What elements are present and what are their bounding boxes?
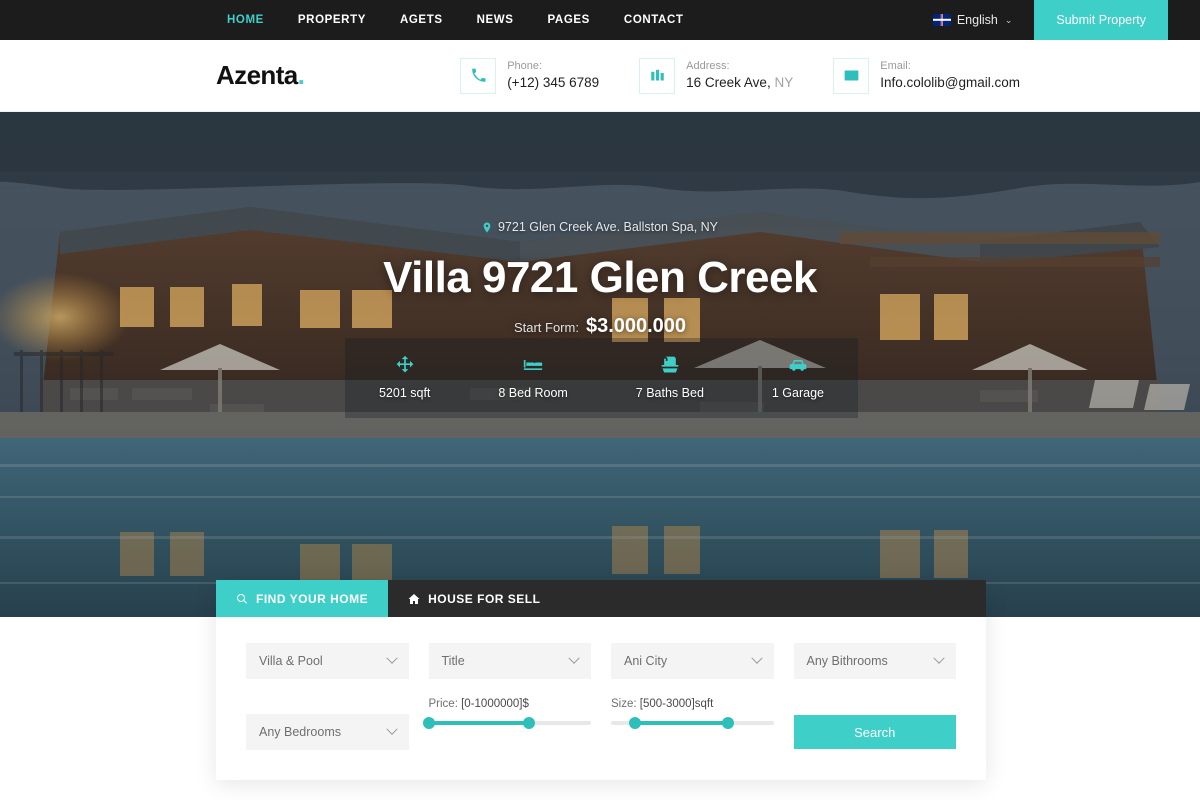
search-row-2: Any Bedrooms Price: [0-1000000]$ Size: [… bbox=[246, 697, 956, 750]
feature-garage: 1 Garage bbox=[772, 355, 824, 402]
nav-item-home[interactable]: HOME bbox=[210, 0, 281, 40]
hero-address: 9721 Glen Creek Ave. Ballston Spa, NY bbox=[482, 220, 718, 234]
chevron-down-icon: ⌄ bbox=[1004, 14, 1013, 25]
bathtub-icon bbox=[661, 356, 679, 372]
search-form: Villa & Pool Title Ani City Any Bithroom… bbox=[216, 617, 986, 780]
select-title[interactable]: Title bbox=[428, 643, 591, 679]
logo[interactable]: Azenta. bbox=[216, 60, 305, 91]
feature-bedrooms: 8 Bed Room bbox=[498, 355, 568, 402]
envelope-icon bbox=[833, 57, 870, 94]
price-slider-range: [0-1000000]$ bbox=[461, 698, 529, 710]
nav-item-property[interactable]: PROPERTY bbox=[281, 0, 383, 40]
search-panel: FIND YOUR HOME HOUSE FOR SELL Villa & Po… bbox=[216, 580, 986, 780]
chevron-down-icon bbox=[385, 723, 398, 735]
select-bathrooms-value: Any Bithrooms bbox=[806, 654, 888, 668]
cell-bedrooms: Any Bedrooms bbox=[246, 697, 409, 750]
chevron-down-icon bbox=[385, 652, 398, 664]
cell-property-type: Villa & Pool bbox=[246, 643, 409, 679]
page-title: Villa 9721 Glen Creek bbox=[383, 252, 817, 302]
hero-section: 5201 sqft 8 Bed Room 7 Baths Bed 1 Garag… bbox=[0, 112, 1200, 617]
search-icon bbox=[237, 593, 248, 604]
nav-item-contact[interactable]: CONTACT bbox=[607, 0, 701, 40]
logo-dot: . bbox=[297, 60, 305, 90]
select-property-type-value: Villa & Pool bbox=[259, 654, 323, 668]
cell-title: Title bbox=[428, 643, 591, 679]
language-selector[interactable]: English ⌄ bbox=[932, 0, 1035, 40]
header-contacts: Phone: (+12) 345 6789 Address: 16 Creek … bbox=[460, 57, 1020, 94]
main-navigation: HOME PROPERTY AGETS NEWS PAGES CONTACT bbox=[210, 0, 700, 40]
contact-email-label: Email: bbox=[880, 59, 911, 72]
select-title-value: Title bbox=[441, 654, 465, 668]
hero-price-value: $3.000.000 bbox=[585, 314, 687, 337]
size-slider-min-handle[interactable] bbox=[629, 717, 642, 729]
chevron-down-icon bbox=[750, 652, 763, 664]
contact-phone: Phone: (+12) 345 6789 bbox=[460, 57, 600, 94]
submit-property-button[interactable]: Submit Property bbox=[1034, 0, 1168, 40]
car-icon bbox=[789, 359, 807, 371]
price-slider-min-handle[interactable] bbox=[422, 717, 435, 729]
tab-find-your-home[interactable]: FIND YOUR HOME bbox=[216, 580, 389, 617]
phone-icon bbox=[460, 57, 497, 94]
contact-email: Email: Info.cololib@gmail.com bbox=[833, 57, 1020, 94]
chevron-down-icon bbox=[933, 652, 945, 664]
hero-content: 9721 Glen Creek Ave. Ballston Spa, NY Vi… bbox=[0, 220, 1200, 338]
feature-baths: 7 Baths Bed bbox=[636, 355, 704, 402]
top-bar-pad bbox=[1168, 0, 1200, 40]
select-bathrooms[interactable]: Any Bithrooms bbox=[793, 643, 956, 679]
size-slider-track[interactable] bbox=[611, 717, 774, 729]
cell-size-slider: Size: [500-3000]sqft bbox=[611, 697, 774, 729]
cell-search-button: Search bbox=[793, 697, 956, 749]
select-city[interactable]: Ani City bbox=[611, 643, 774, 679]
cell-bathrooms: Any Bithrooms bbox=[793, 643, 956, 679]
hero-price: Start Form: $3.000.000 bbox=[0, 315, 1200, 338]
search-tabs: FIND YOUR HOME HOUSE FOR SELL bbox=[216, 580, 986, 617]
building-icon bbox=[639, 57, 676, 94]
price-slider-track[interactable] bbox=[422, 717, 591, 729]
site-header: Azenta. Phone: (+12) 345 6789 Address: 1… bbox=[0, 40, 1200, 112]
contact-phone-label: Phone: bbox=[507, 59, 543, 72]
arrows-move-icon bbox=[396, 355, 414, 372]
cell-city: Ani City bbox=[611, 643, 774, 679]
bed-icon bbox=[523, 359, 543, 370]
language-label: English bbox=[956, 13, 998, 27]
top-bar: HOME PROPERTY AGETS NEWS PAGES CONTACT E… bbox=[0, 0, 1200, 40]
size-slider-max-handle[interactable] bbox=[722, 717, 734, 729]
home-icon bbox=[408, 593, 420, 604]
price-slider-label: Price: [0-1000000]$ bbox=[428, 698, 529, 710]
search-button[interactable]: Search bbox=[793, 715, 956, 749]
tab-find-your-home-label: FIND YOUR HOME bbox=[256, 591, 369, 606]
search-row-1: Villa & Pool Title Ani City Any Bithroom… bbox=[246, 643, 956, 679]
top-bar-right: English ⌄ Submit Property bbox=[932, 0, 1200, 40]
select-bedrooms[interactable]: Any Bedrooms bbox=[246, 714, 409, 750]
contact-phone-value: (+12) 345 6789 bbox=[507, 74, 600, 90]
logo-text: Azenta bbox=[216, 60, 298, 90]
hero-address-text: 9721 Glen Creek Ave. Ballston Spa, NY bbox=[497, 220, 719, 234]
select-city-value: Ani City bbox=[624, 654, 668, 668]
contact-address-state: NY bbox=[774, 74, 794, 90]
feature-sqft: 5201 sqft bbox=[379, 355, 430, 402]
hero-price-label: Start Form: bbox=[513, 319, 579, 335]
nav-item-pages[interactable]: PAGES bbox=[531, 0, 607, 40]
nav-item-news[interactable]: NEWS bbox=[460, 0, 531, 40]
cell-price-slider: Price: [0-1000000]$ bbox=[422, 697, 591, 729]
nav-item-agets[interactable]: AGETS bbox=[383, 0, 460, 40]
contact-address-value: 16 Creek Ave, NY bbox=[686, 74, 794, 90]
select-bedrooms-value: Any Bedrooms bbox=[259, 725, 341, 739]
size-slider-label: Size: [500-3000]sqft bbox=[611, 698, 714, 710]
price-slider-fill bbox=[428, 721, 530, 725]
chevron-down-icon bbox=[568, 652, 580, 664]
contact-email-value: Info.cololib@gmail.com bbox=[880, 74, 1020, 90]
map-pin-icon bbox=[483, 222, 491, 232]
tab-house-for-sell-label: HOUSE FOR SELL bbox=[428, 591, 541, 606]
price-slider-max-handle[interactable] bbox=[523, 717, 536, 729]
hero-feature-bar: 5201 sqft 8 Bed Room 7 Baths Bed 1 Garag… bbox=[345, 338, 858, 418]
select-property-type[interactable]: Villa & Pool bbox=[246, 643, 409, 679]
contact-address-label: Address: bbox=[686, 59, 730, 72]
contact-address: Address: 16 Creek Ave, NY bbox=[639, 57, 794, 94]
size-slider-fill bbox=[635, 721, 728, 725]
uk-flag-icon bbox=[932, 14, 951, 26]
tab-house-for-sell[interactable]: HOUSE FOR SELL bbox=[388, 580, 560, 617]
size-slider-range: [500-3000]sqft bbox=[639, 698, 714, 710]
